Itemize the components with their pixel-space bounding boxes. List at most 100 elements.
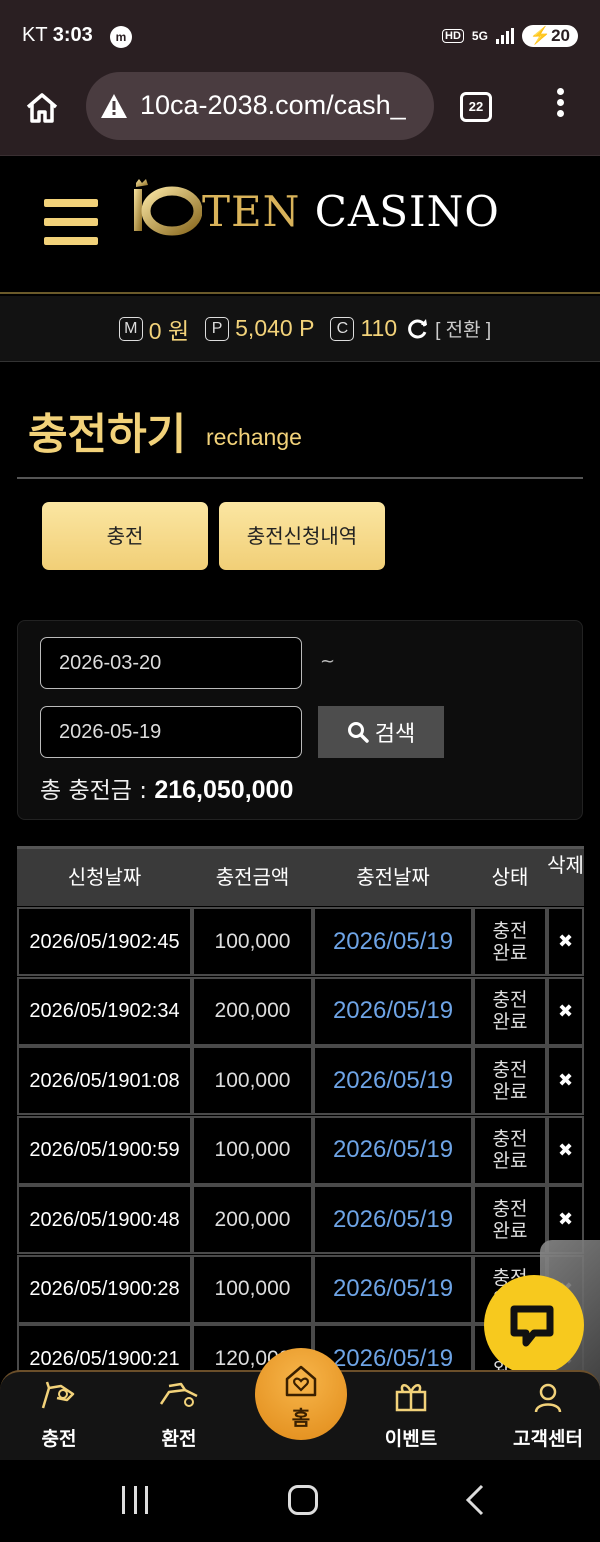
delete-icon[interactable]: ✖ bbox=[547, 907, 584, 976]
cell-request-date: 2026/05/19 01:08 bbox=[17, 1046, 192, 1115]
chat-icon bbox=[510, 1305, 554, 1347]
exchange-hand-icon bbox=[159, 1382, 198, 1407]
tab-charge[interactable]: 충전 bbox=[42, 502, 208, 570]
header-amount: 충전금액 bbox=[215, 865, 290, 889]
logo-text: TEN CASINO bbox=[202, 187, 500, 236]
delete-icon[interactable]: ✖ bbox=[547, 1115, 584, 1185]
cell-charge-date[interactable]: 2026/05/19 bbox=[313, 1115, 473, 1185]
table-row: 2026/05/19 00:48 200,000 2026/05/19 충전완료 ✖ bbox=[17, 1185, 584, 1254]
cell-amount: 100,000 bbox=[192, 1254, 313, 1324]
nav-home[interactable]: 홈 bbox=[255, 1348, 347, 1440]
cell-request-date: 2026/05/19 00:48 bbox=[17, 1185, 192, 1254]
table-row: 2026/05/19 02:45 100,000 2026/05/19 충전완료 ✖ bbox=[17, 907, 584, 976]
chat-button[interactable] bbox=[484, 1275, 584, 1375]
page-subtitle: rechange bbox=[206, 424, 302, 450]
url-text[interactable]: 10ca-2038.com/cash_ bbox=[140, 90, 426, 121]
support-agent-icon bbox=[534, 1383, 562, 1413]
cell-charge-date[interactable]: 2026/05/19 bbox=[313, 1185, 473, 1254]
charge-hand-icon bbox=[41, 1381, 75, 1409]
cell-request-date: 2026/05/19 02:45 bbox=[17, 907, 192, 976]
home-heart-icon bbox=[285, 1365, 317, 1397]
more-menu-icon[interactable] bbox=[554, 88, 566, 124]
system-home-icon[interactable] bbox=[288, 1485, 318, 1515]
date-separator: ~ bbox=[320, 651, 336, 672]
search-icon bbox=[347, 722, 369, 743]
system-nav-bar bbox=[0, 1460, 600, 1542]
coin-badge: C bbox=[330, 316, 355, 341]
hd-icon: HD bbox=[442, 29, 464, 43]
point-badge: P bbox=[205, 316, 230, 341]
nav-home-label: 홈 bbox=[291, 1406, 311, 1430]
nav-charge-label: 충전 bbox=[41, 1428, 77, 1450]
cell-amount: 100,000 bbox=[192, 1046, 313, 1115]
status-carrier: KT 3:03 bbox=[22, 24, 93, 46]
cell-status: 충전완료 bbox=[473, 1185, 547, 1254]
status-icons: HD 5G ⚡20 bbox=[442, 25, 578, 47]
search-button-label: 검색 bbox=[374, 722, 416, 747]
cell-status: 충전완료 bbox=[473, 907, 547, 976]
cell-charge-date[interactable]: 2026/05/19 bbox=[313, 1046, 473, 1115]
address-bar[interactable]: 10ca-2038.com/cash_ bbox=[86, 72, 434, 140]
point-value: 5,040 P bbox=[235, 315, 315, 341]
cell-amount: 200,000 bbox=[192, 1185, 313, 1254]
total-charge: 총 충전금 : 216,050,000 bbox=[40, 776, 294, 804]
cell-request-date: 2026/05/19 00:59 bbox=[17, 1115, 192, 1185]
status-bar: KT 3:03 m HD 5G ⚡20 bbox=[0, 0, 600, 72]
cell-amount: 100,000 bbox=[192, 1115, 313, 1185]
nav-exchange[interactable]: 환전 bbox=[134, 1378, 224, 1451]
switch-button[interactable]: [ 전환 ] bbox=[435, 315, 491, 342]
table-row: 2026/05/19 01:08 100,000 2026/05/19 충전완료 ✖ bbox=[17, 1046, 584, 1115]
tab-charge-history[interactable]: 충전신청내역 bbox=[219, 502, 385, 570]
table-row: 2026/05/19 00:59 100,000 2026/05/19 충전완료 ✖ bbox=[17, 1115, 584, 1185]
coin-value: 110 bbox=[360, 315, 398, 341]
cell-charge-date[interactable]: 2026/05/19 bbox=[313, 976, 473, 1046]
cell-status: 충전완료 bbox=[473, 1046, 547, 1115]
header-charge-date: 충전날짜 bbox=[356, 865, 430, 889]
warning-icon[interactable] bbox=[100, 92, 128, 120]
back-icon[interactable] bbox=[462, 1482, 488, 1518]
search-button[interactable]: 검색 bbox=[318, 706, 444, 758]
delete-icon[interactable]: ✖ bbox=[547, 976, 584, 1046]
nav-support[interactable]: 고객센터 bbox=[496, 1378, 600, 1451]
cell-status: 충전완료 bbox=[473, 976, 547, 1046]
nav-support-label: 고객센터 bbox=[513, 1428, 583, 1450]
page-title: 충전하기 bbox=[28, 410, 187, 460]
start-date-input[interactable]: 2026-03-20 bbox=[40, 637, 302, 689]
delete-icon[interactable]: ✖ bbox=[547, 1046, 584, 1115]
cell-status: 충전완료 bbox=[473, 1115, 547, 1185]
menu-icon[interactable] bbox=[44, 199, 98, 249]
battery-icon: ⚡20 bbox=[521, 25, 578, 47]
cell-request-date: 2026/05/19 00:28 bbox=[17, 1254, 192, 1324]
cell-charge-date[interactable]: 2026/05/19 bbox=[313, 1254, 473, 1324]
nav-event-label: 이벤트 bbox=[384, 1428, 438, 1450]
table-header: 신청날짜 충전금액 충전날짜 상태 삭제 bbox=[17, 846, 584, 906]
end-date-input[interactable]: 2026-05-19 bbox=[40, 706, 302, 758]
nav-event[interactable]: 이벤트 bbox=[366, 1378, 456, 1451]
home-icon[interactable] bbox=[24, 90, 60, 126]
site-header: TEN CASINO bbox=[0, 157, 600, 294]
total-charge-value: 216,050,000 bbox=[154, 776, 294, 804]
table-row: 2026/05/19 02:34 200,000 2026/05/19 충전완료 ✖ bbox=[17, 976, 584, 1046]
site-logo[interactable]: TEN CASINO bbox=[132, 179, 499, 239]
logo-emblem-icon bbox=[134, 179, 203, 236]
cell-request-date: 2026/05/19 02:34 bbox=[17, 976, 192, 1046]
header-status: 상태 bbox=[491, 865, 529, 889]
header-delete: 삭제 bbox=[547, 853, 584, 877]
balance-bar: M 0 원 P 5,040 P C 110 [ 전환 ] bbox=[0, 296, 600, 362]
money-value: 0 원 bbox=[148, 317, 190, 344]
nav-exchange-label: 환전 bbox=[161, 1428, 197, 1450]
signal-icon bbox=[495, 28, 514, 44]
money-badge: M bbox=[118, 316, 143, 341]
browser-toolbar: 10ca-2038.com/cash_ 22 bbox=[0, 72, 600, 156]
cell-amount: 200,000 bbox=[192, 976, 313, 1046]
refresh-icon[interactable] bbox=[407, 318, 429, 340]
recent-apps-icon[interactable] bbox=[122, 1486, 148, 1514]
tab-switcher-button[interactable]: 22 bbox=[460, 92, 492, 122]
network-5g-icon: 5G bbox=[471, 28, 488, 43]
nav-charge[interactable]: 충전 bbox=[14, 1378, 104, 1451]
gift-icon bbox=[395, 1384, 427, 1412]
title-divider bbox=[17, 477, 583, 479]
search-panel: 2026-03-20 ~ 2026-05-19 검색 총 충전금 : 216,0… bbox=[17, 620, 583, 820]
app-notification-icon: m bbox=[110, 26, 132, 48]
cell-charge-date[interactable]: 2026/05/19 bbox=[313, 907, 473, 976]
